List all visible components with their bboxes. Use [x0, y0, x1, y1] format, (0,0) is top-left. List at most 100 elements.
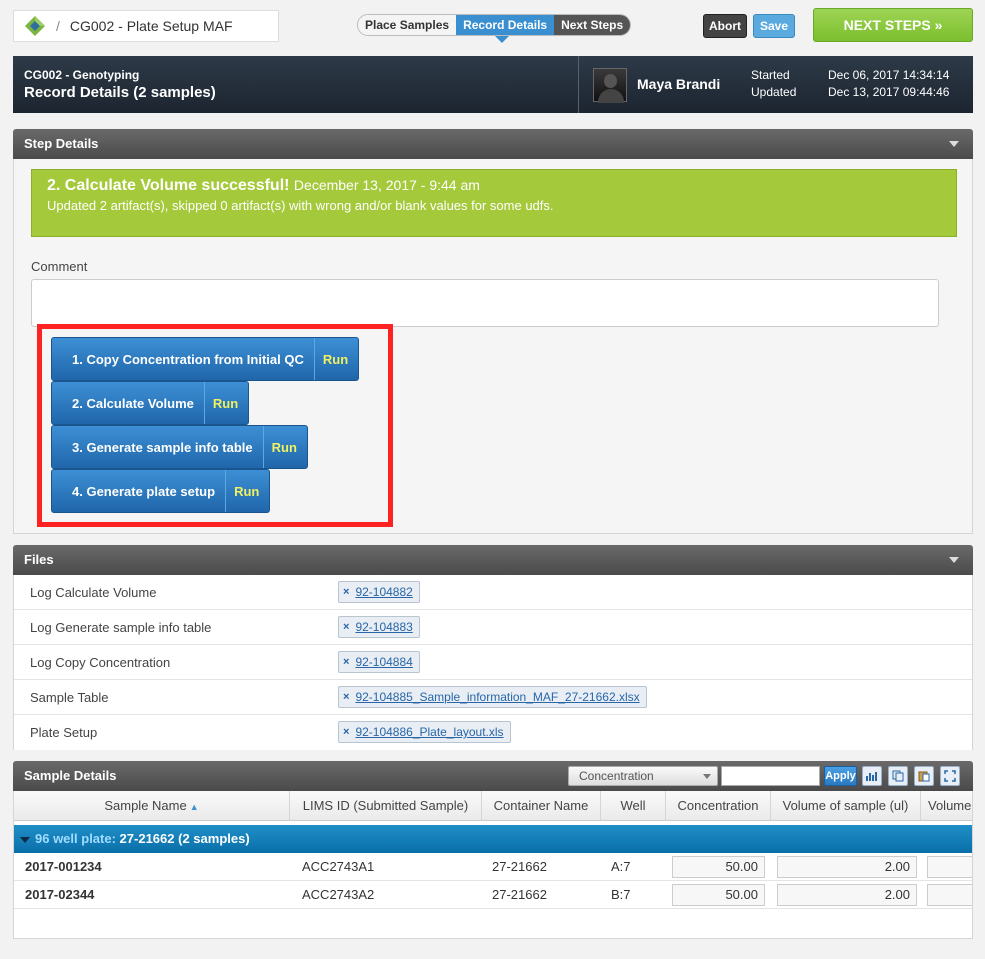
group-collapse-icon[interactable]: [20, 836, 30, 843]
file-label: Sample Table: [30, 690, 109, 705]
script-button-calculate-volume[interactable]: 2. Calculate Volume Run: [51, 381, 250, 425]
comment-field[interactable]: [31, 279, 939, 327]
page-title: Record Details (2 samples): [24, 84, 216, 101]
file-chip: × 92-104885_Sample_information_MAF_27-216…: [338, 686, 647, 708]
script-label: 1. Copy Concentration from Initial QC: [72, 351, 304, 367]
volume-extra-input[interactable]: [927, 884, 972, 906]
script-label: 2. Calculate Volume: [72, 395, 194, 411]
started-value: Dec 06, 2017 14:34:14: [828, 68, 950, 82]
success-detail: Updated 2 artifact(s), skipped 0 artifac…: [47, 198, 554, 213]
tab-place-samples[interactable]: Place Samples: [358, 15, 457, 35]
next-steps-button[interactable]: NEXT STEPS »: [813, 8, 973, 42]
collapse-icon[interactable]: [949, 557, 959, 563]
active-step-indicator: [495, 36, 509, 43]
breadcrumb-title[interactable]: CG002 - Plate Setup MAF: [70, 18, 233, 34]
column-header-volume-of-sample[interactable]: Volume of sample (ul): [771, 791, 921, 821]
top-bar: / CG002 - Plate Setup MAF Place Samples …: [13, 8, 973, 44]
file-link[interactable]: 92-104885_Sample_information_MAF_27-2166…: [355, 690, 639, 704]
header-divider: [578, 56, 579, 113]
cell-container: 27-21662: [492, 887, 547, 902]
user-name: Maya Brandi: [637, 76, 721, 92]
volume-extra-input[interactable]: [927, 856, 972, 878]
column-header-volume[interactable]: Volume: [921, 791, 972, 821]
run-button[interactable]: Run: [203, 382, 248, 424]
run-button[interactable]: Run: [262, 426, 307, 468]
avatar: [593, 68, 627, 103]
field-select-value: Concentration: [579, 769, 654, 783]
started-label: Started: [751, 68, 790, 82]
step-details-header[interactable]: Step Details: [13, 129, 973, 159]
cell-well: A:7: [611, 859, 631, 874]
save-button[interactable]: Save: [753, 14, 795, 38]
field-value-input[interactable]: [721, 766, 820, 786]
concentration-input[interactable]: 50.00: [672, 856, 765, 878]
step-navigation: Place Samples Record Details Next Steps: [357, 14, 632, 36]
paste-icon[interactable]: [914, 766, 934, 786]
remove-file-icon[interactable]: ×: [343, 586, 349, 598]
page-title-text: Record Details: [24, 84, 130, 101]
collapse-icon[interactable]: [949, 141, 959, 147]
success-date: December 13, 2017 - 9:44 am: [293, 177, 480, 193]
file-link[interactable]: 92-104883: [355, 620, 412, 634]
breadcrumb: / CG002 - Plate Setup MAF: [13, 10, 279, 42]
column-label: Sample Name: [104, 798, 187, 813]
file-row: Plate Setup × 92-104886_Plate_layout.xls: [14, 715, 972, 750]
run-button[interactable]: Run: [313, 338, 358, 380]
file-link[interactable]: 92-104886_Plate_layout.xls: [355, 725, 503, 739]
script-button-copy-concentration[interactable]: 1. Copy Concentration from Initial QC Ru…: [51, 337, 360, 381]
table-row[interactable]: 2017-001234 ACC2743A1 27-21662 A:7 50.00…: [14, 853, 972, 881]
file-link[interactable]: 92-104882: [355, 585, 412, 599]
column-header-well[interactable]: Well: [601, 791, 666, 821]
remove-file-icon[interactable]: ×: [343, 656, 349, 668]
column-header-concentration[interactable]: Concentration: [666, 791, 771, 821]
volume-input[interactable]: 2.00: [777, 856, 917, 878]
file-row: Sample Table × 92-104885_Sample_informati…: [14, 680, 972, 715]
field-select[interactable]: Concentration: [568, 766, 718, 786]
column-header-lims-id[interactable]: LIMS ID (Submitted Sample): [290, 791, 482, 821]
table-row[interactable]: 2017-02344 ACC2743A2 27-21662 B:7 50.00 …: [14, 881, 972, 909]
file-label: Plate Setup: [30, 725, 98, 740]
file-chip: × 92-104882: [338, 581, 420, 603]
run-button[interactable]: Run: [225, 470, 269, 512]
column-header-sample-name[interactable]: Sample Name ▲: [14, 791, 290, 821]
expand-icon[interactable]: [940, 766, 960, 786]
group-row[interactable]: 96 well plate: 27-21662 (2 samples): [14, 825, 972, 853]
abort-button[interactable]: Abort: [703, 14, 747, 38]
files-header[interactable]: Files: [13, 545, 973, 575]
files-body: Log Calculate Volume × 92-104882 Log Gene…: [13, 575, 973, 750]
sample-table: Sample Name ▲ LIMS ID (Submitted Sample) …: [13, 791, 973, 939]
project-name: CG002 - Genotyping: [24, 68, 140, 82]
success-title: 2. Calculate Volume successful!: [47, 177, 290, 194]
tab-next-steps[interactable]: Next Steps: [554, 15, 631, 35]
concentration-input[interactable]: 50.00: [672, 884, 765, 906]
chart-icon[interactable]: [862, 766, 882, 786]
tab-record-details[interactable]: Record Details: [456, 15, 555, 35]
remove-file-icon[interactable]: ×: [343, 621, 349, 633]
script-button-generate-sample-info[interactable]: 3. Generate sample info table Run: [51, 425, 308, 469]
file-chip: × 92-104886_Plate_layout.xls: [338, 721, 511, 743]
file-label: Log Calculate Volume: [30, 585, 157, 600]
script-label: 4. Generate plate setup: [72, 483, 216, 499]
script-label: 3. Generate sample info table: [72, 439, 253, 455]
file-link[interactable]: 92-104884: [355, 655, 412, 669]
copy-icon[interactable]: [888, 766, 908, 786]
sort-asc-icon: ▲: [189, 802, 199, 812]
comment-label: Comment: [31, 259, 88, 274]
file-chip: × 92-104883: [338, 616, 420, 638]
volume-input[interactable]: 2.00: [777, 884, 917, 906]
app-logo-icon[interactable]: [24, 15, 46, 37]
remove-file-icon[interactable]: ×: [343, 726, 349, 738]
updated-value: Dec 13, 2017 09:44:46: [828, 85, 950, 99]
group-name: 27-21662: [119, 831, 175, 846]
apply-button[interactable]: Apply: [824, 766, 857, 786]
file-row: Log Copy Concentration × 92-104884: [14, 645, 972, 680]
group-count: (2 samples): [178, 831, 250, 846]
file-chip: × 92-104884: [338, 651, 420, 673]
script-button-generate-plate-setup[interactable]: 4. Generate plate setup Run: [51, 469, 271, 513]
remove-file-icon[interactable]: ×: [343, 691, 349, 703]
cell-sample-name: 2017-001234: [25, 859, 102, 874]
column-header-container-name[interactable]: Container Name: [482, 791, 601, 821]
step-details-body: 2. Calculate Volume successful! December…: [13, 159, 973, 534]
files-title: Files: [24, 552, 54, 567]
page-sample-count: (2 samples): [133, 84, 216, 101]
